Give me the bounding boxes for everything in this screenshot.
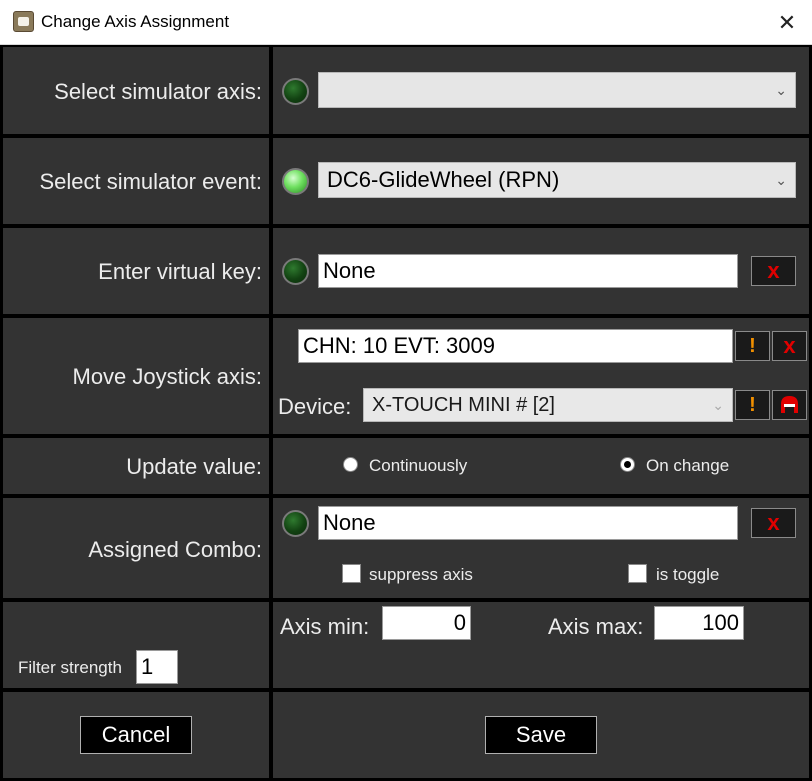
radio-on-change-label[interactable]: On change xyxy=(646,456,729,476)
axis-max-label: Axis max: xyxy=(548,614,644,639)
title-bar: Change Axis Assignment ✕ xyxy=(0,0,812,45)
axis-min-input[interactable]: 0 xyxy=(382,606,471,640)
chevron-down-icon: ⌄ xyxy=(775,172,787,188)
virtual-key-clear-button[interactable]: x xyxy=(751,256,796,286)
chevron-down-icon: ⌄ xyxy=(775,82,787,98)
sim-event-selected: DC6-GlideWheel (RPN) xyxy=(327,167,560,192)
combo-label: Assigned Combo: xyxy=(88,537,262,562)
window-title: Change Axis Assignment xyxy=(41,12,230,31)
radio-continuously-label[interactable]: Continuously xyxy=(369,456,467,476)
sim-axis-led-icon xyxy=(282,78,309,105)
joystick-warning-button[interactable]: ! xyxy=(735,331,770,361)
combo-input[interactable]: None xyxy=(318,506,738,540)
virtual-key-led-icon xyxy=(282,258,309,285)
is-toggle-checkbox[interactable] xyxy=(628,564,647,583)
save-button[interactable]: Save xyxy=(485,716,597,754)
device-label: Device: xyxy=(278,394,352,419)
helmet-icon[interactable] xyxy=(772,390,807,420)
sim-event-select[interactable]: DC6-GlideWheel (RPN) ⌄ xyxy=(318,162,796,198)
is-toggle-label[interactable]: is toggle xyxy=(656,565,719,585)
filter-strength-input[interactable]: 1 xyxy=(136,650,178,684)
axis-min-label: Axis min: xyxy=(280,614,370,639)
filter-strength-label: Filter strength xyxy=(18,658,122,677)
joystick-clear-button[interactable]: x xyxy=(772,331,807,361)
joystick-label: Move Joystick axis: xyxy=(72,364,263,389)
app-joystick-icon xyxy=(13,11,34,32)
device-select[interactable]: X-TOUCH MINI # [2] ⌄ xyxy=(363,388,733,422)
chevron-down-icon: ⌄ xyxy=(712,397,724,413)
virtual-key-label: Enter virtual key: xyxy=(98,259,262,284)
radio-on-change[interactable] xyxy=(620,457,635,472)
device-selected: X-TOUCH MINI # [2] xyxy=(372,394,555,416)
close-button[interactable]: ✕ xyxy=(767,7,807,39)
radio-continuously[interactable] xyxy=(343,457,358,472)
sim-axis-label: Select simulator axis: xyxy=(54,79,262,104)
combo-clear-button[interactable]: x xyxy=(751,508,796,538)
update-label: Update value: xyxy=(126,454,262,479)
sim-axis-select[interactable]: ⌄ xyxy=(318,72,796,108)
sim-event-label: Select simulator event: xyxy=(39,169,262,194)
joystick-axis-input[interactable]: CHN: 10 EVT: 3009 xyxy=(298,329,733,363)
virtual-key-input[interactable]: None xyxy=(318,254,738,288)
suppress-axis-label[interactable]: suppress axis xyxy=(369,565,473,585)
axis-max-input[interactable]: 100 xyxy=(654,606,744,640)
suppress-axis-checkbox[interactable] xyxy=(342,564,361,583)
device-warning-button[interactable]: ! xyxy=(735,390,770,420)
sim-event-led-icon xyxy=(282,168,309,195)
cancel-button[interactable]: Cancel xyxy=(80,716,192,754)
combo-led-icon xyxy=(282,510,309,537)
